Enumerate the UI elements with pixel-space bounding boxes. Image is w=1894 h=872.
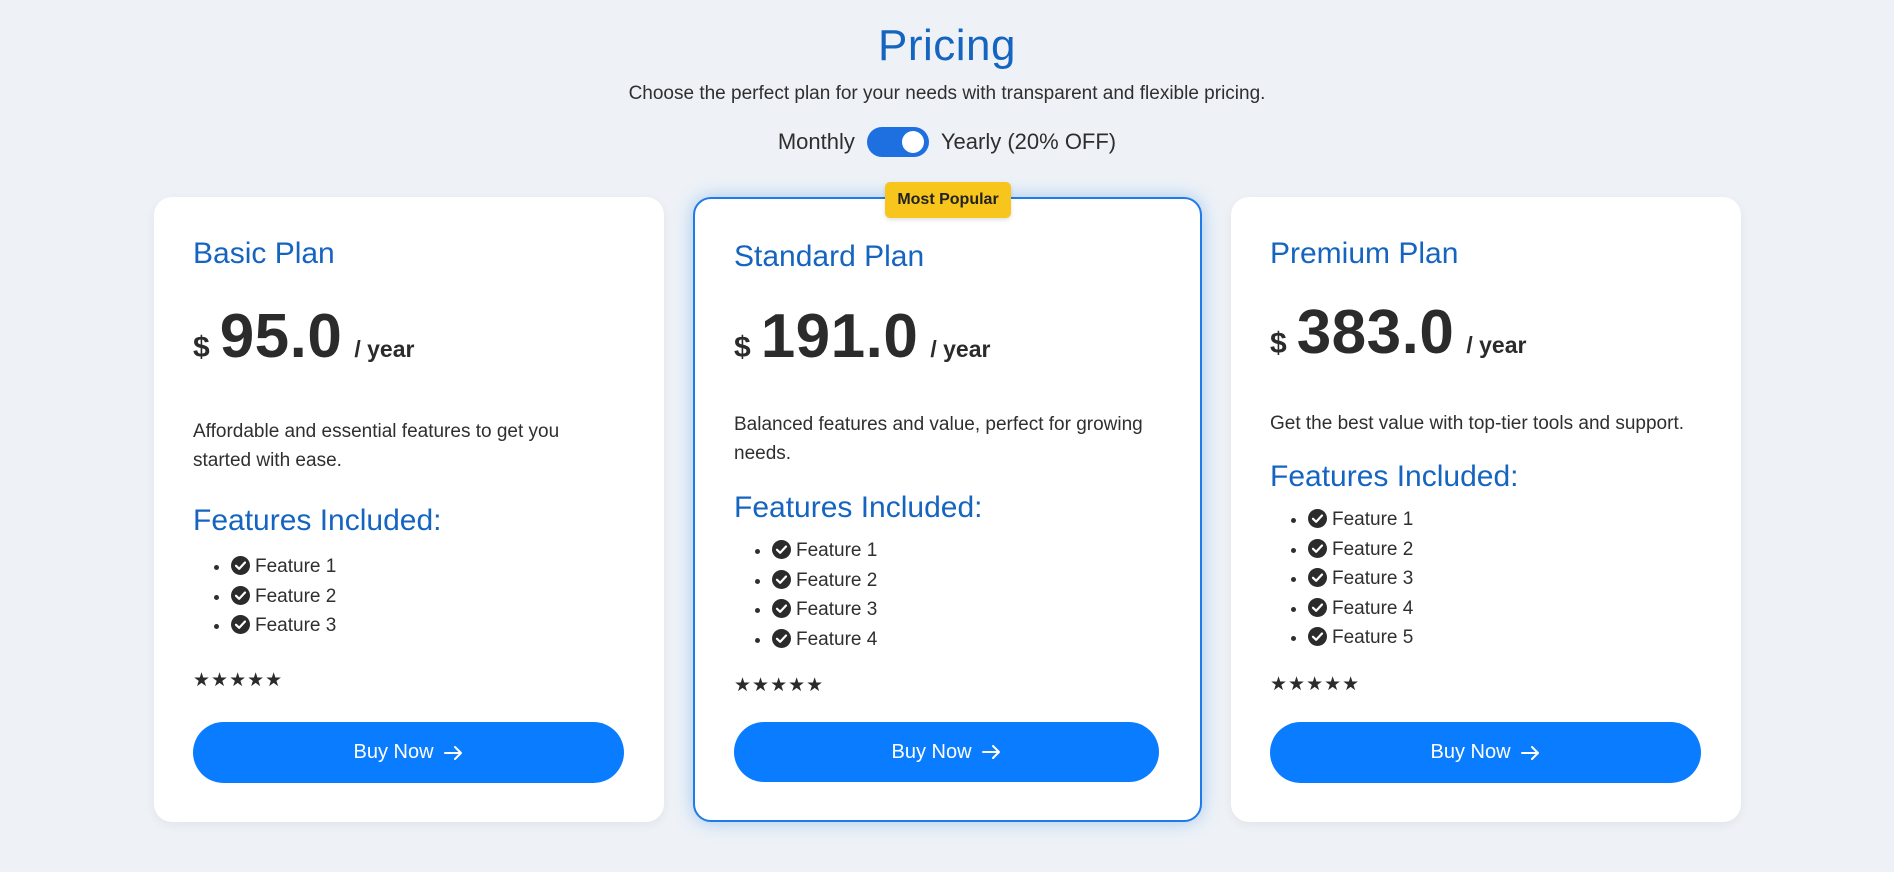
check-circle-icon (231, 556, 250, 575)
plan-price: $ 383.0 / year (1270, 297, 1526, 368)
feature-item: Feature 1 (1308, 505, 1413, 535)
buy-now-button[interactable]: Buy Now (1270, 722, 1701, 783)
check-circle-icon (772, 599, 791, 618)
feature-label: Feature 4 (796, 628, 878, 650)
feature-item: Feature 1 (772, 536, 877, 566)
feature-label: Feature 2 (255, 585, 337, 607)
price-amount: 191.0 (760, 302, 919, 371)
check-circle-icon (1308, 627, 1327, 646)
plan-card-standard: Most Popular Standard Plan $ 191.0 / yea… (693, 182, 1202, 822)
currency-symbol: $ (734, 331, 751, 364)
buy-now-label: Buy Now (353, 741, 434, 763)
toggle-knob (901, 131, 924, 153)
plan-card-premium: Premium Plan $ 383.0 / year Get the best… (1231, 197, 1741, 822)
feature-item: Feature 3 (772, 595, 877, 625)
page-subtitle: Choose the perfect plan for your needs w… (628, 83, 1266, 104)
star-rating: ★★★★★ (734, 675, 825, 696)
monthly-label[interactable]: Monthly (778, 129, 855, 155)
arrow-right-icon (981, 745, 1000, 759)
feature-list: Feature 1 Feature 2 Feature 3 Feature 4 … (1270, 505, 1413, 653)
plan-price: $ 95.0 / year (193, 301, 414, 372)
plan-card-basic: Basic Plan $ 95.0 / year Affordable and … (154, 197, 664, 822)
buy-now-label: Buy Now (1430, 741, 1511, 763)
check-circle-icon (231, 615, 250, 634)
star-rating: ★★★★★ (1270, 674, 1361, 695)
feature-item: Feature 4 (772, 625, 877, 655)
feature-label: Feature 3 (796, 599, 878, 620)
check-circle-icon (1308, 597, 1327, 617)
check-circle-icon (231, 585, 250, 605)
features-title: Features Included: (1270, 460, 1519, 493)
feature-item: Feature 4 (1308, 594, 1413, 624)
features-title: Features Included: (193, 504, 442, 537)
feature-item: Feature 1 (231, 552, 336, 582)
pricing-header: Pricing Choose the perfect plan for your… (0, 18, 1894, 106)
feature-item: Feature 5 (1308, 623, 1413, 653)
plan-description: Balanced features and value, perfect for… (734, 414, 1143, 464)
check-circle-icon (1308, 538, 1327, 558)
feature-label: Feature 3 (255, 615, 337, 636)
feature-list: Feature 1 Feature 2 Feature 3 Feature 4 (734, 536, 877, 654)
feature-item: Feature 3 (231, 611, 336, 641)
feature-label: Feature 5 (1332, 627, 1414, 648)
buy-now-label: Buy Now (891, 740, 972, 763)
buy-now-button[interactable]: Buy Now (193, 722, 624, 783)
yearly-label[interactable]: Yearly (20% OFF) (941, 129, 1116, 155)
feature-label: Feature 2 (1332, 538, 1414, 560)
most-popular-badge: Most Popular (885, 182, 1011, 218)
buy-now-button[interactable]: Buy Now (734, 722, 1159, 782)
feature-label: Feature 2 (796, 569, 878, 591)
feature-label: Feature 4 (1332, 597, 1414, 619)
arrow-right-icon (1520, 745, 1539, 760)
plan-name: Standard Plan (734, 240, 925, 273)
feature-label: Feature 1 (796, 540, 878, 561)
page-title: Pricing (878, 21, 1016, 70)
currency-symbol: $ (1270, 327, 1287, 360)
check-circle-icon (772, 540, 791, 559)
price-period: / year (1466, 332, 1527, 358)
currency-symbol: $ (193, 331, 210, 364)
feature-label: Feature 1 (1332, 509, 1414, 530)
plan-name: Basic Plan (193, 237, 335, 270)
arrow-right-icon (443, 745, 462, 760)
check-circle-icon (1308, 509, 1327, 528)
billing-toggle-switch[interactable] (866, 127, 929, 157)
plan-name: Premium Plan (1270, 237, 1459, 270)
check-circle-icon (1308, 568, 1327, 587)
feature-list: Feature 1 Feature 2 Feature 3 (193, 552, 336, 641)
feature-item: Feature 2 (1308, 535, 1413, 565)
price-amount: 383.0 (1296, 298, 1455, 367)
star-rating: ★★★★★ (193, 670, 284, 691)
plan-description: Get the best value with top-tier tools a… (1270, 413, 1685, 434)
price-period: / year (354, 336, 415, 362)
feature-label: Feature 1 (255, 556, 337, 577)
plan-price: $ 191.0 / year (734, 301, 990, 372)
price-amount: 95.0 (219, 302, 343, 371)
billing-toggle-row: Monthly Yearly (20% OFF) (0, 127, 1894, 157)
plan-description: Affordable and essential features to get… (193, 421, 560, 471)
price-period: / year (930, 336, 991, 362)
check-circle-icon (772, 569, 791, 589)
feature-label: Feature 3 (1332, 568, 1414, 589)
feature-item: Feature 2 (231, 582, 336, 612)
feature-item: Feature 2 (772, 566, 877, 596)
check-circle-icon (772, 628, 791, 648)
features-title: Features Included: (734, 491, 983, 524)
feature-item: Feature 3 (1308, 564, 1413, 594)
